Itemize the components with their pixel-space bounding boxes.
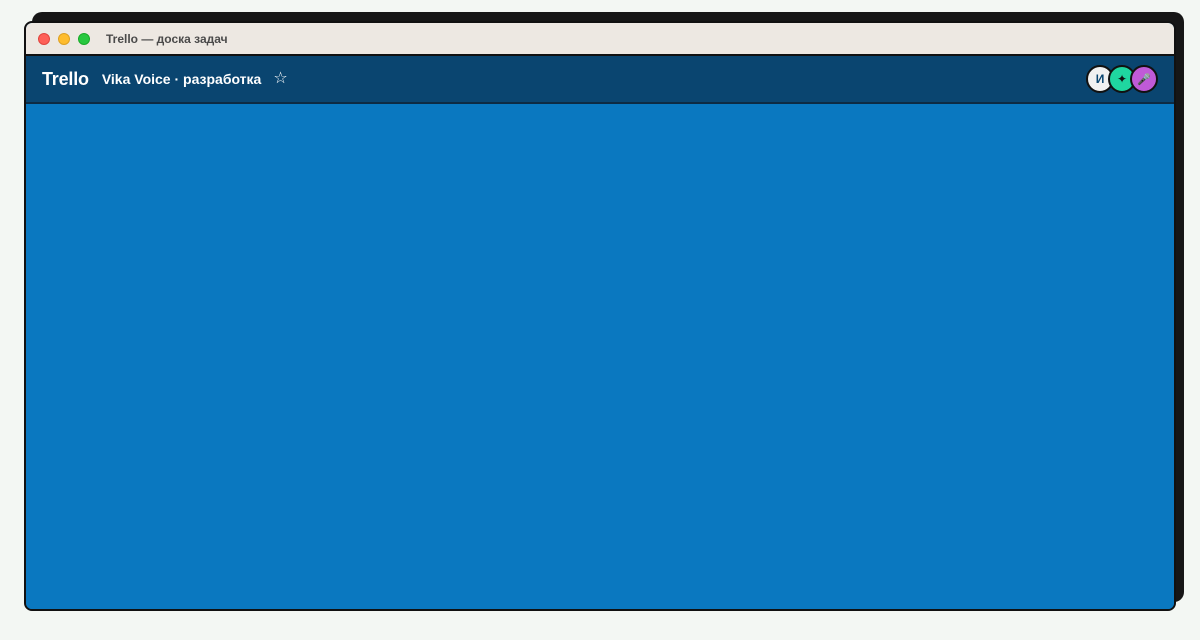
star-icon[interactable]: ☆ (273, 71, 287, 87)
trello-logo[interactable]: Trello (42, 69, 89, 90)
traffic-lights (38, 32, 90, 45)
board-members: И ✦ 🎤 (1086, 65, 1158, 93)
maximize-window-button[interactable] (78, 32, 90, 45)
window-title: Trello — доска задач (106, 31, 228, 46)
microphone-icon[interactable]: 🎤 (1130, 65, 1158, 93)
board-title[interactable]: Vika Voice · разработка (102, 71, 262, 87)
board-canvas[interactable] (26, 104, 1174, 609)
close-window-button[interactable] (38, 32, 50, 45)
window-titlebar[interactable]: Trello — доска задач (26, 23, 1174, 56)
minimize-window-button[interactable] (58, 32, 70, 45)
board-header: Trello Vika Voice · разработка ☆ И ✦ 🎤 (26, 56, 1174, 104)
app-window: Trello — доска задач Trello Vika Voice ·… (24, 21, 1176, 611)
